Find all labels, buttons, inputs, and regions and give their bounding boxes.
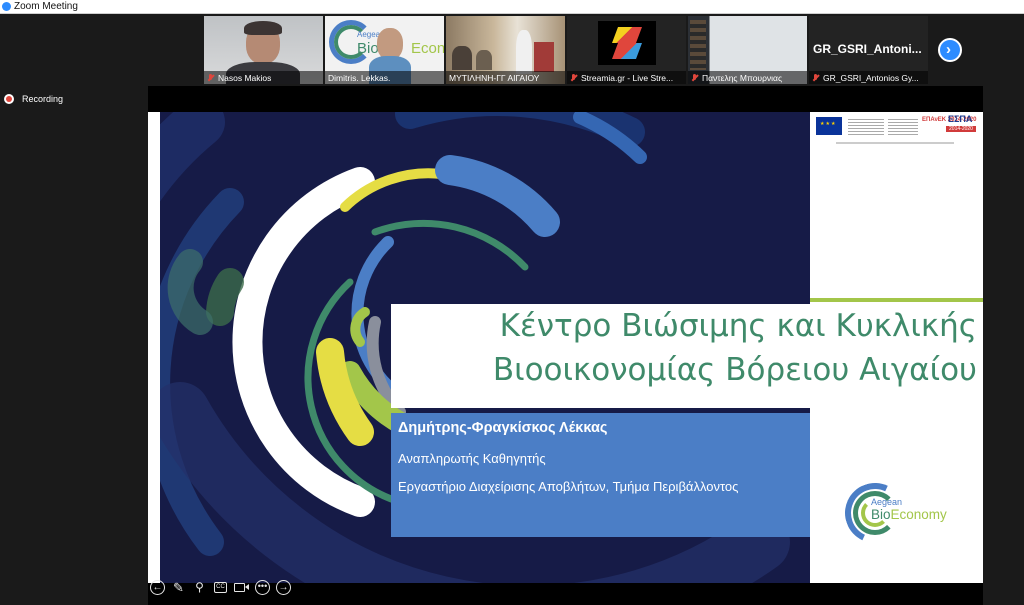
slide-title-band: Κέντρο Βιώσιμης και Κυκλικής Βιοοικονομί… bbox=[391, 304, 983, 408]
slide-title-line1: Κέντρο Βιώσιμης και Κυκλικής bbox=[499, 308, 977, 344]
participant-name-bar: Streamia.gr - Live Stre... bbox=[567, 71, 686, 84]
zoom-app-icon bbox=[2, 2, 11, 11]
camera-icon bbox=[234, 582, 245, 592]
participant-name: ΜΥΤΙΛΗΝΗ-ΓΓ ΑΙΓΑΙΟΥ bbox=[449, 72, 540, 83]
more-icon: ••• bbox=[257, 580, 268, 591]
more-options-button[interactable]: ••• bbox=[254, 579, 271, 596]
participant-name: Nasos Makios bbox=[218, 72, 272, 83]
streamia-logo-icon bbox=[598, 21, 656, 65]
subtitles-button[interactable]: CC bbox=[212, 579, 229, 596]
sponsor-logos: ΕΠΑνΕΚ 2014-2020 ΕΣΠΑ 2014-2020 bbox=[814, 114, 980, 152]
previous-slide-button[interactable]: ← bbox=[149, 579, 166, 596]
bioeconomy-logo-text: BioEconomy bbox=[871, 507, 947, 522]
pen-tool-button[interactable]: ✎ bbox=[170, 579, 187, 596]
next-page-button[interactable]: › bbox=[938, 38, 962, 62]
slideshow-toolbar: ← ✎ ⚲ CC ••• → bbox=[149, 577, 292, 597]
eu-flag-icon bbox=[816, 117, 842, 135]
cc-icon: CC bbox=[214, 581, 227, 593]
sponsor-text-block bbox=[848, 119, 884, 135]
window-title: Zoom Meeting bbox=[14, 1, 78, 12]
recording-label: Recording bbox=[22, 94, 64, 104]
participant-tile[interactable]: ΜΥΤΙΛΗΝΗ-ΓΓ ΑΙΓΑΙΟΥ bbox=[446, 16, 565, 84]
participant-name-bar: ΜΥΤΙΛΗΝΗ-ΓΓ ΑΙΓΑΙΟΥ bbox=[446, 71, 565, 84]
sponsor-caption-line bbox=[836, 142, 954, 144]
espa-logo: ΕΣΠΑ bbox=[948, 114, 973, 124]
participant-name: Streamia.gr - Live Stre... bbox=[581, 72, 674, 83]
participant-tile[interactable]: Παντελης Μπουρνιας bbox=[688, 16, 807, 84]
participant-tile[interactable]: Nasos Makios bbox=[204, 16, 323, 84]
participant-display-label: GR_GSRI_Antoni... bbox=[813, 42, 922, 56]
participant-name: GR_GSRI_Antonios Gy... bbox=[823, 72, 919, 83]
tile-logo-economy: Economy bbox=[411, 40, 444, 57]
slide-left-edge bbox=[148, 112, 160, 583]
shared-screen: ΕΠΑνΕΚ 2014-2020 ΕΣΠΑ 2014-2020 Aegean B… bbox=[148, 86, 983, 605]
participant-tile[interactable]: Aegean Bio Economy Dimitris. Lekkas. bbox=[325, 16, 444, 84]
bioeconomy-logo-economy: Economy bbox=[890, 507, 947, 522]
participant-name: Παντελης Μπουρνιας bbox=[702, 72, 783, 83]
meeting-stage: Nasos Makios Aegean Bio Economy Dimitris… bbox=[0, 14, 1024, 605]
mic-muted-icon bbox=[691, 73, 698, 82]
participant-name-bar: Dimitris. Lekkas. bbox=[325, 71, 444, 84]
mic-muted-icon bbox=[570, 73, 577, 82]
next-slide-button[interactable]: → bbox=[275, 579, 292, 596]
participant-name-bar: Παντελης Μπουρνιας bbox=[688, 71, 807, 84]
mic-muted-icon bbox=[207, 73, 214, 82]
slide-author-band: Δημήτρης-Φραγκίσκος Λέκκας Αναπληρωτής Κ… bbox=[391, 413, 810, 537]
slide-title-line2: Βιοοικονομίας Βόρειου Αιγαίου bbox=[492, 352, 977, 388]
sponsor-text-block bbox=[888, 119, 918, 135]
title-bar: Zoom Meeting bbox=[0, 0, 1024, 14]
participant-tile[interactable]: Streamia.gr - Live Stre... bbox=[567, 16, 686, 84]
mic-muted-icon bbox=[812, 73, 819, 82]
bioeconomy-logo-bio: Bio bbox=[871, 507, 891, 522]
bioeconomy-logo-small: Aegean bbox=[871, 497, 903, 507]
author-lab: Εργαστήριο Διαχείρισης Αποβλήτων, Τμήμα … bbox=[398, 479, 739, 494]
recording-indicator[interactable]: Recording bbox=[4, 94, 63, 104]
pen-icon: ✎ bbox=[173, 579, 184, 595]
slide-accent-line bbox=[810, 298, 983, 302]
participant-name: Dimitris. Lekkas. bbox=[328, 72, 391, 83]
record-icon bbox=[4, 94, 14, 104]
magnifier-icon: ⚲ bbox=[195, 579, 204, 594]
author-name: Δημήτρης-Φραγκίσκος Λέκκας bbox=[398, 420, 608, 436]
arrow-right-icon: → bbox=[278, 581, 289, 593]
zoom-slide-button[interactable]: ⚲ bbox=[191, 579, 208, 596]
camera-button[interactable] bbox=[233, 579, 250, 596]
author-role: Αναπληρωτής Καθηγητής bbox=[398, 451, 546, 466]
chevron-right-icon: › bbox=[946, 41, 951, 58]
espa-years: 2014-2020 bbox=[946, 126, 976, 132]
arrow-left-icon: ← bbox=[152, 581, 163, 593]
participant-tile[interactable]: GR_GSRI_Antoni... GR_GSRI_Antonios Gy... bbox=[809, 16, 928, 84]
participant-name-bar: GR_GSRI_Antonios Gy... bbox=[809, 71, 928, 84]
participant-name-bar: Nasos Makios bbox=[204, 71, 323, 84]
tile-logo-bio: Bio bbox=[357, 40, 379, 57]
